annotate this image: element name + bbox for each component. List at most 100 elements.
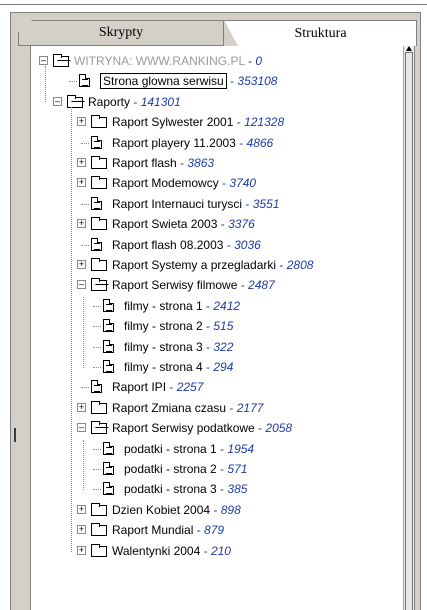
tree-item-label[interactable]: Raport Serwisy filmowe	[112, 278, 237, 292]
folder-icon	[91, 176, 107, 190]
tree-item-text: Raport Internauci turysci - 3551	[112, 195, 279, 213]
scroll-thumb[interactable]	[405, 52, 413, 610]
tree-child-row[interactable]: podatki - strona 3 - 385	[31, 480, 401, 498]
tree-item-text: filmy - strona 1 - 2412	[124, 297, 240, 315]
expand-toggle-icon[interactable]: +	[77, 219, 86, 229]
tree-row[interactable]: + Raport flash - 3863	[31, 154, 401, 172]
tree-row[interactable]: – Raport Serwisy podatkowe - 2058	[31, 419, 401, 437]
tree-item-label[interactable]: podatki - strona 2	[124, 462, 217, 476]
tree-row[interactable]: – Raport Serwisy filmowe - 2487	[31, 276, 401, 294]
scroll-up-arrow-icon[interactable]	[406, 46, 412, 51]
tree-item-label[interactable]: Raport Internauci turysci	[112, 197, 242, 211]
tree-root-row[interactable]: – WITRYNA: WWW.RANKING.PL - 0	[31, 52, 401, 70]
tree-item-label[interactable]: Raport Systemy a przegladarki	[112, 258, 276, 272]
tree-row[interactable]: Raport Internauci turysci - 3551	[31, 195, 401, 213]
tree-child-row[interactable]: podatki - strona 2 - 571	[31, 460, 401, 478]
tree-row[interactable]: + Raport Mundial - 879	[31, 521, 401, 539]
tree-row-home[interactable]: Strona glowna serwisu - 353108	[31, 72, 401, 90]
tree-row[interactable]: + Raport Zmiana czasu - 2177	[31, 399, 401, 417]
tree-connector-line	[93, 346, 101, 348]
tree-connector-line	[71, 106, 72, 552]
expand-toggle-icon[interactable]: +	[77, 178, 86, 188]
tab-structure[interactable]: Struktura	[224, 20, 417, 46]
count-separator: -	[216, 462, 228, 476]
tree-item-label[interactable]: Raport IPI	[112, 380, 166, 394]
tab-scripts[interactable]: Skrypty	[18, 20, 224, 46]
collapse-toggle-icon[interactable]: –	[53, 96, 62, 106]
tree-row[interactable]: + Raport Sylwester 2001 - 121328	[31, 113, 401, 131]
tree-item-count: 210	[210, 543, 231, 558]
tree-row[interactable]: Raport playery 11.2003 - 4866	[31, 134, 401, 152]
tree-item-label[interactable]: Walentynki 2004	[112, 544, 200, 558]
tree-item-label[interactable]: podatki - strona 3	[124, 482, 217, 496]
tree-item-count: 0	[255, 54, 263, 68]
tree-row[interactable]: Raport flash 08.2003 - 3036	[31, 236, 401, 254]
tree-item-count: 3551	[252, 196, 280, 211]
count-separator: -	[233, 115, 245, 130]
tree-item-count: 571	[227, 462, 248, 476]
document-icon	[103, 319, 114, 333]
collapse-toggle-icon[interactable]: –	[39, 56, 48, 65]
tree-connector-line	[81, 244, 89, 246]
tree-connector-line	[45, 66, 46, 102]
expand-toggle-icon[interactable]: +	[77, 402, 86, 412]
tree-item-label[interactable]: Raport Serwisy podatkowe	[112, 421, 255, 435]
collapse-toggle-icon[interactable]: –	[77, 280, 86, 290]
tree-item-label[interactable]: Raport Swieta 2003	[112, 217, 217, 231]
folder-open-icon	[91, 278, 107, 292]
expand-toggle-icon[interactable]: +	[77, 525, 86, 535]
count-separator: -	[202, 339, 214, 354]
folder-icon	[91, 156, 107, 169]
tree-child-row[interactable]: filmy - strona 1 - 2412	[31, 297, 401, 315]
tree-child-row[interactable]: filmy - strona 2 - 515	[31, 317, 401, 335]
count-separator: -	[202, 319, 214, 334]
tree-row[interactable]: + Raport Systemy a przegladarki - 2808	[31, 256, 401, 274]
tree-item-label[interactable]: podatki - strona 1	[124, 442, 217, 456]
tree-item-text: Strona glowna serwisu - 353108	[100, 72, 277, 90]
document-icon	[91, 380, 102, 394]
tree-child-row[interactable]: filmy - strona 3 - 322	[31, 338, 401, 356]
tree-item-text: podatki - strona 1 - 1954	[124, 440, 254, 458]
count-separator: -	[254, 421, 266, 436]
expand-toggle-icon[interactable]: +	[77, 504, 86, 514]
tree-item-text: Raporty - 141301	[88, 93, 181, 111]
tree-row[interactable]: + Dzien Kobiet 2004 - 898	[31, 501, 401, 519]
count-separator: -	[200, 543, 211, 558]
tree-item-label[interactable]: filmy - strona 3	[124, 340, 203, 354]
tree-row[interactable]: Raport IPI - 2257	[31, 378, 401, 396]
tree-item-label[interactable]: WITRYNA: WWW.RANKING.PL	[74, 54, 245, 68]
tree-item-text: filmy - strona 4 - 294	[124, 358, 233, 376]
tree-item-label[interactable]: Raport Sylwester 2001	[112, 115, 233, 129]
tree-row-reports[interactable]: – Raporty - 141301	[31, 93, 401, 111]
tree-item-label[interactable]: filmy - strona 4	[124, 360, 203, 374]
tree-item-count: 2058	[265, 421, 293, 436]
vertical-scrollbar[interactable]	[403, 46, 414, 610]
tree-item-label[interactable]: filmy - strona 1	[124, 299, 203, 313]
tree-row[interactable]: + Raport Modemowcy - 3740	[31, 174, 401, 192]
tree-child-row[interactable]: podatki - strona 1 - 1954	[31, 440, 401, 458]
tree-item-label[interactable]: Strona glowna serwisu	[100, 73, 227, 90]
tree-row[interactable]: + Raport Swieta 2003 - 3376	[31, 215, 401, 233]
tree-item-label[interactable]: Raport Zmiana czasu	[112, 401, 226, 415]
tree-item-count: 2412	[213, 298, 241, 313]
folder-icon	[91, 217, 107, 231]
tree-item-label[interactable]: Raporty	[88, 95, 130, 109]
tree-item-label[interactable]: Raport Modemowcy	[112, 176, 219, 190]
collapse-toggle-icon[interactable]: –	[77, 423, 86, 433]
tree-item-label[interactable]: Raport flash	[112, 156, 177, 170]
tree-item-label[interactable]: Raport flash 08.2003	[112, 238, 223, 252]
expand-toggle-icon[interactable]: +	[77, 117, 86, 127]
tree-item-count: 141301	[140, 94, 181, 109]
count-separator: -	[166, 380, 177, 395]
count-separator: -	[242, 196, 253, 211]
expand-toggle-icon[interactable]: +	[77, 158, 86, 167]
folder-icon	[91, 523, 107, 537]
expand-toggle-icon[interactable]: +	[77, 545, 86, 555]
tree-item-label[interactable]: filmy - strona 2	[124, 319, 203, 333]
tree-item-label[interactable]: Dzien Kobiet 2004	[112, 503, 210, 517]
tree-item-label[interactable]: Raport Mundial	[112, 523, 193, 537]
expand-toggle-icon[interactable]: +	[77, 260, 86, 269]
tree-child-row[interactable]: filmy - strona 4 - 294	[31, 358, 401, 376]
tree-item-label[interactable]: Raport playery 11.2003	[112, 136, 236, 150]
tree-row[interactable]: + Walentynki 2004 - 210	[31, 542, 401, 560]
